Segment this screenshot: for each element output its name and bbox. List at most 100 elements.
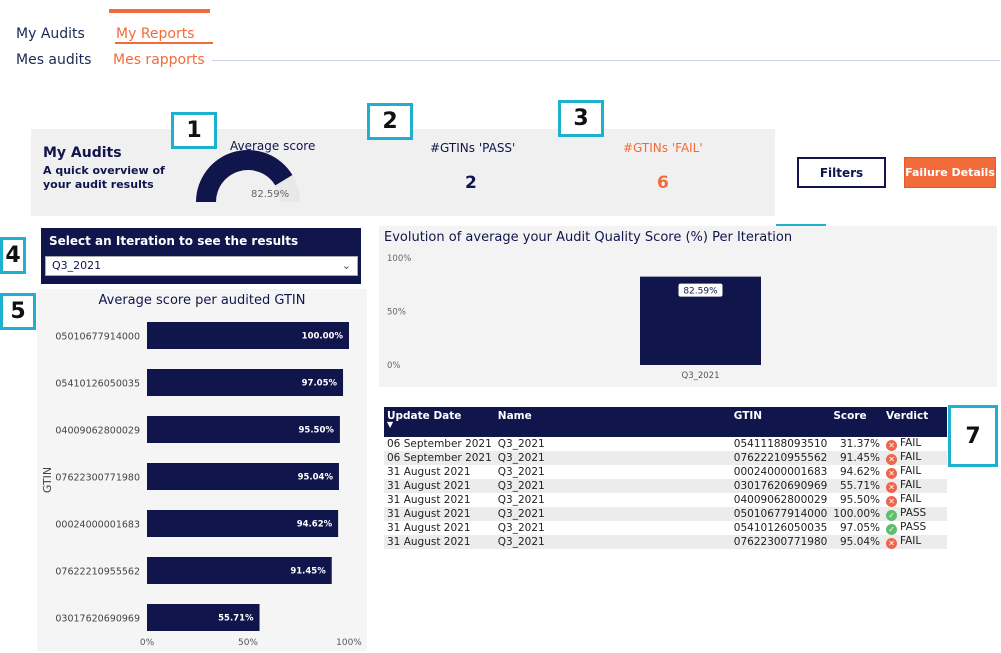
cell-update-date: 31 August 2021 — [384, 493, 495, 507]
cell-name: Q3_2021 — [494, 437, 731, 451]
cell-score: 31.37% — [830, 437, 884, 451]
hbar-data-label: 91.45% — [290, 567, 326, 577]
x-circle-icon: ✕ — [886, 454, 898, 465]
cell-name: Q3_2021 — [494, 521, 731, 535]
tab-underline — [115, 42, 213, 44]
x-circle-icon: ✕ — [886, 468, 898, 479]
cell-gtin: 07622210955562 — [730, 451, 831, 465]
pass-count-label: #GTINs 'PASS' — [430, 141, 516, 155]
column-chart-title: Evolution of average your Audit Quality … — [384, 230, 793, 245]
check-circle-icon: ✓ — [886, 510, 898, 521]
badge-2: 2 — [367, 103, 413, 140]
tab-my-reports[interactable]: My Reports — [116, 26, 195, 42]
verdict-text: FAIL — [900, 535, 922, 547]
cell-gtin: 05010677914000 — [730, 507, 831, 521]
table-row[interactable]: 31 August 2021 Q3_2021 00024000001683 94.62… — [384, 465, 947, 479]
header-name[interactable]: Name — [494, 407, 731, 437]
cell-verdict: ✓ PASS — [883, 521, 947, 535]
cell-name: Q3_2021 — [494, 451, 731, 465]
chevron-down-icon: ⌄ — [341, 259, 351, 272]
x-circle-icon: ✕ — [886, 440, 898, 451]
cell-verdict: ✓ PASS — [883, 507, 947, 521]
x-circle-icon: ✕ — [886, 482, 898, 493]
fail-count-label: #GTINs 'FAIL' — [623, 141, 703, 155]
cell-score: 91.45% — [830, 451, 884, 465]
hbar-category-label: 04009062800029 — [55, 426, 140, 437]
hbar-tick-label: 50% — [238, 638, 258, 648]
cell-score: 55.71% — [830, 479, 884, 493]
cell-verdict: ✕ FAIL — [883, 535, 947, 549]
cell-gtin: 00024000001683 — [730, 465, 831, 479]
verdict-text: FAIL — [900, 479, 922, 491]
cell-update-date: 06 September 2021 — [384, 437, 495, 451]
cell-gtin: 04009062800029 — [730, 493, 831, 507]
table-row[interactable]: 31 August 2021 Q3_2021 07622300771980 95.04… — [384, 535, 947, 549]
hbar-data-label: 94.62% — [297, 520, 333, 530]
hbar-data-label: 55.71% — [218, 614, 254, 624]
verdict-text: FAIL — [900, 493, 922, 505]
column-tick-label: 100% — [387, 254, 411, 264]
cell-name: Q3_2021 — [494, 535, 731, 549]
table-row[interactable]: 31 August 2021 Q3_2021 05010677914000 100.0… — [384, 507, 947, 521]
hbar-data-label: 100.00% — [302, 332, 344, 342]
hbar-axis-title: GTIN — [41, 467, 54, 493]
hbar-category-label: 05410126050035 — [55, 379, 140, 390]
iteration-dropdown[interactable]: Q3_2021 ⌄ — [45, 256, 358, 276]
cell-update-date: 31 August 2021 — [384, 535, 495, 549]
iteration-selected: Q3_2021 — [52, 259, 102, 272]
header-gtin[interactable]: GTIN — [730, 407, 831, 437]
cell-verdict: ✕ FAIL — [883, 437, 947, 451]
table-row[interactable]: 06 September 2021 Q3_2021 05411188093510 31… — [384, 437, 947, 451]
cell-gtin: 05411188093510 — [730, 437, 831, 451]
hbar-category-label: 05010677914000 — [55, 332, 140, 343]
cell-name: Q3_2021 — [494, 479, 731, 493]
hbar-chart: GTIN 05010677914000 100.00% 05410126050035 9… — [41, 322, 362, 648]
table-row[interactable]: 06 September 2021 Q3_2021 07622210955562 91… — [384, 451, 947, 465]
hbar-chart-title: Average score per audited GTIN — [98, 293, 306, 308]
cell-name: Q3_2021 — [494, 493, 731, 507]
hbar-data-label: 97.05% — [302, 379, 338, 389]
header-score[interactable]: Score — [830, 407, 884, 437]
verdict-text: PASS — [900, 507, 927, 519]
cell-score: 94.62% — [830, 465, 884, 479]
check-circle-icon: ✓ — [886, 524, 898, 535]
cell-score: 95.04% — [830, 535, 884, 549]
column-chart: 100% 50% 0% 82.59% Q3_2021 — [387, 254, 761, 381]
cell-verdict: ✕ FAIL — [883, 465, 947, 479]
cell-update-date: 31 August 2021 — [384, 479, 495, 493]
failure-details-button[interactable]: Failure Details — [904, 157, 996, 188]
fail-count-value: 6 — [657, 173, 669, 193]
header-verdict[interactable]: Verdict — [883, 407, 947, 437]
hbar-category-label: 07622300771980 — [55, 473, 140, 484]
cell-update-date: 31 August 2021 — [384, 521, 495, 535]
hbar-category-label: 07622210955562 — [55, 567, 140, 578]
table-header-row: Update Date ▼ Name GTIN Score Verdict — [384, 407, 947, 437]
verdict-text: FAIL — [900, 451, 922, 463]
active-tab-indicator — [109, 9, 210, 13]
cell-verdict: ✕ FAIL — [883, 479, 947, 493]
cell-gtin: 03017620690969 — [730, 479, 831, 493]
pass-count-value: 2 — [465, 173, 477, 193]
badge-7: 7 — [948, 405, 998, 467]
table-row[interactable]: 31 August 2021 Q3_2021 05410126050035 97.05… — [384, 521, 947, 535]
tab-my-audits[interactable]: My Audits — [16, 26, 85, 42]
x-circle-icon: ✕ — [886, 538, 898, 549]
iteration-label: Select an Iteration to see the results — [49, 234, 299, 248]
results-table: Update Date ▼ Name GTIN Score Verdict 06 … — [384, 407, 947, 549]
filters-button[interactable]: Filters — [797, 157, 886, 188]
table-row[interactable]: 31 August 2021 Q3_2021 04009062800029 95.50… — [384, 493, 947, 507]
tab-mes-audits[interactable]: Mes audits — [16, 52, 91, 68]
cell-score: 97.05% — [830, 521, 884, 535]
column-tick-label: 50% — [387, 308, 406, 318]
cell-score: 95.50% — [830, 493, 884, 507]
table-row[interactable]: 31 August 2021 Q3_2021 03017620690969 55.71… — [384, 479, 947, 493]
verdict-text: FAIL — [900, 465, 922, 477]
hbar-tick-label: 100% — [336, 638, 362, 648]
average-score-value: 82.59% — [251, 189, 290, 200]
column-tick-label: 0% — [387, 361, 401, 371]
tab-mes-rapports[interactable]: Mes rapports — [113, 52, 205, 68]
cell-score: 100.00% — [830, 507, 884, 521]
header-update-date[interactable]: Update Date ▼ — [384, 407, 495, 437]
column-data-label: 82.59% — [683, 287, 718, 297]
sort-desc-icon[interactable]: ▼ — [387, 421, 492, 429]
